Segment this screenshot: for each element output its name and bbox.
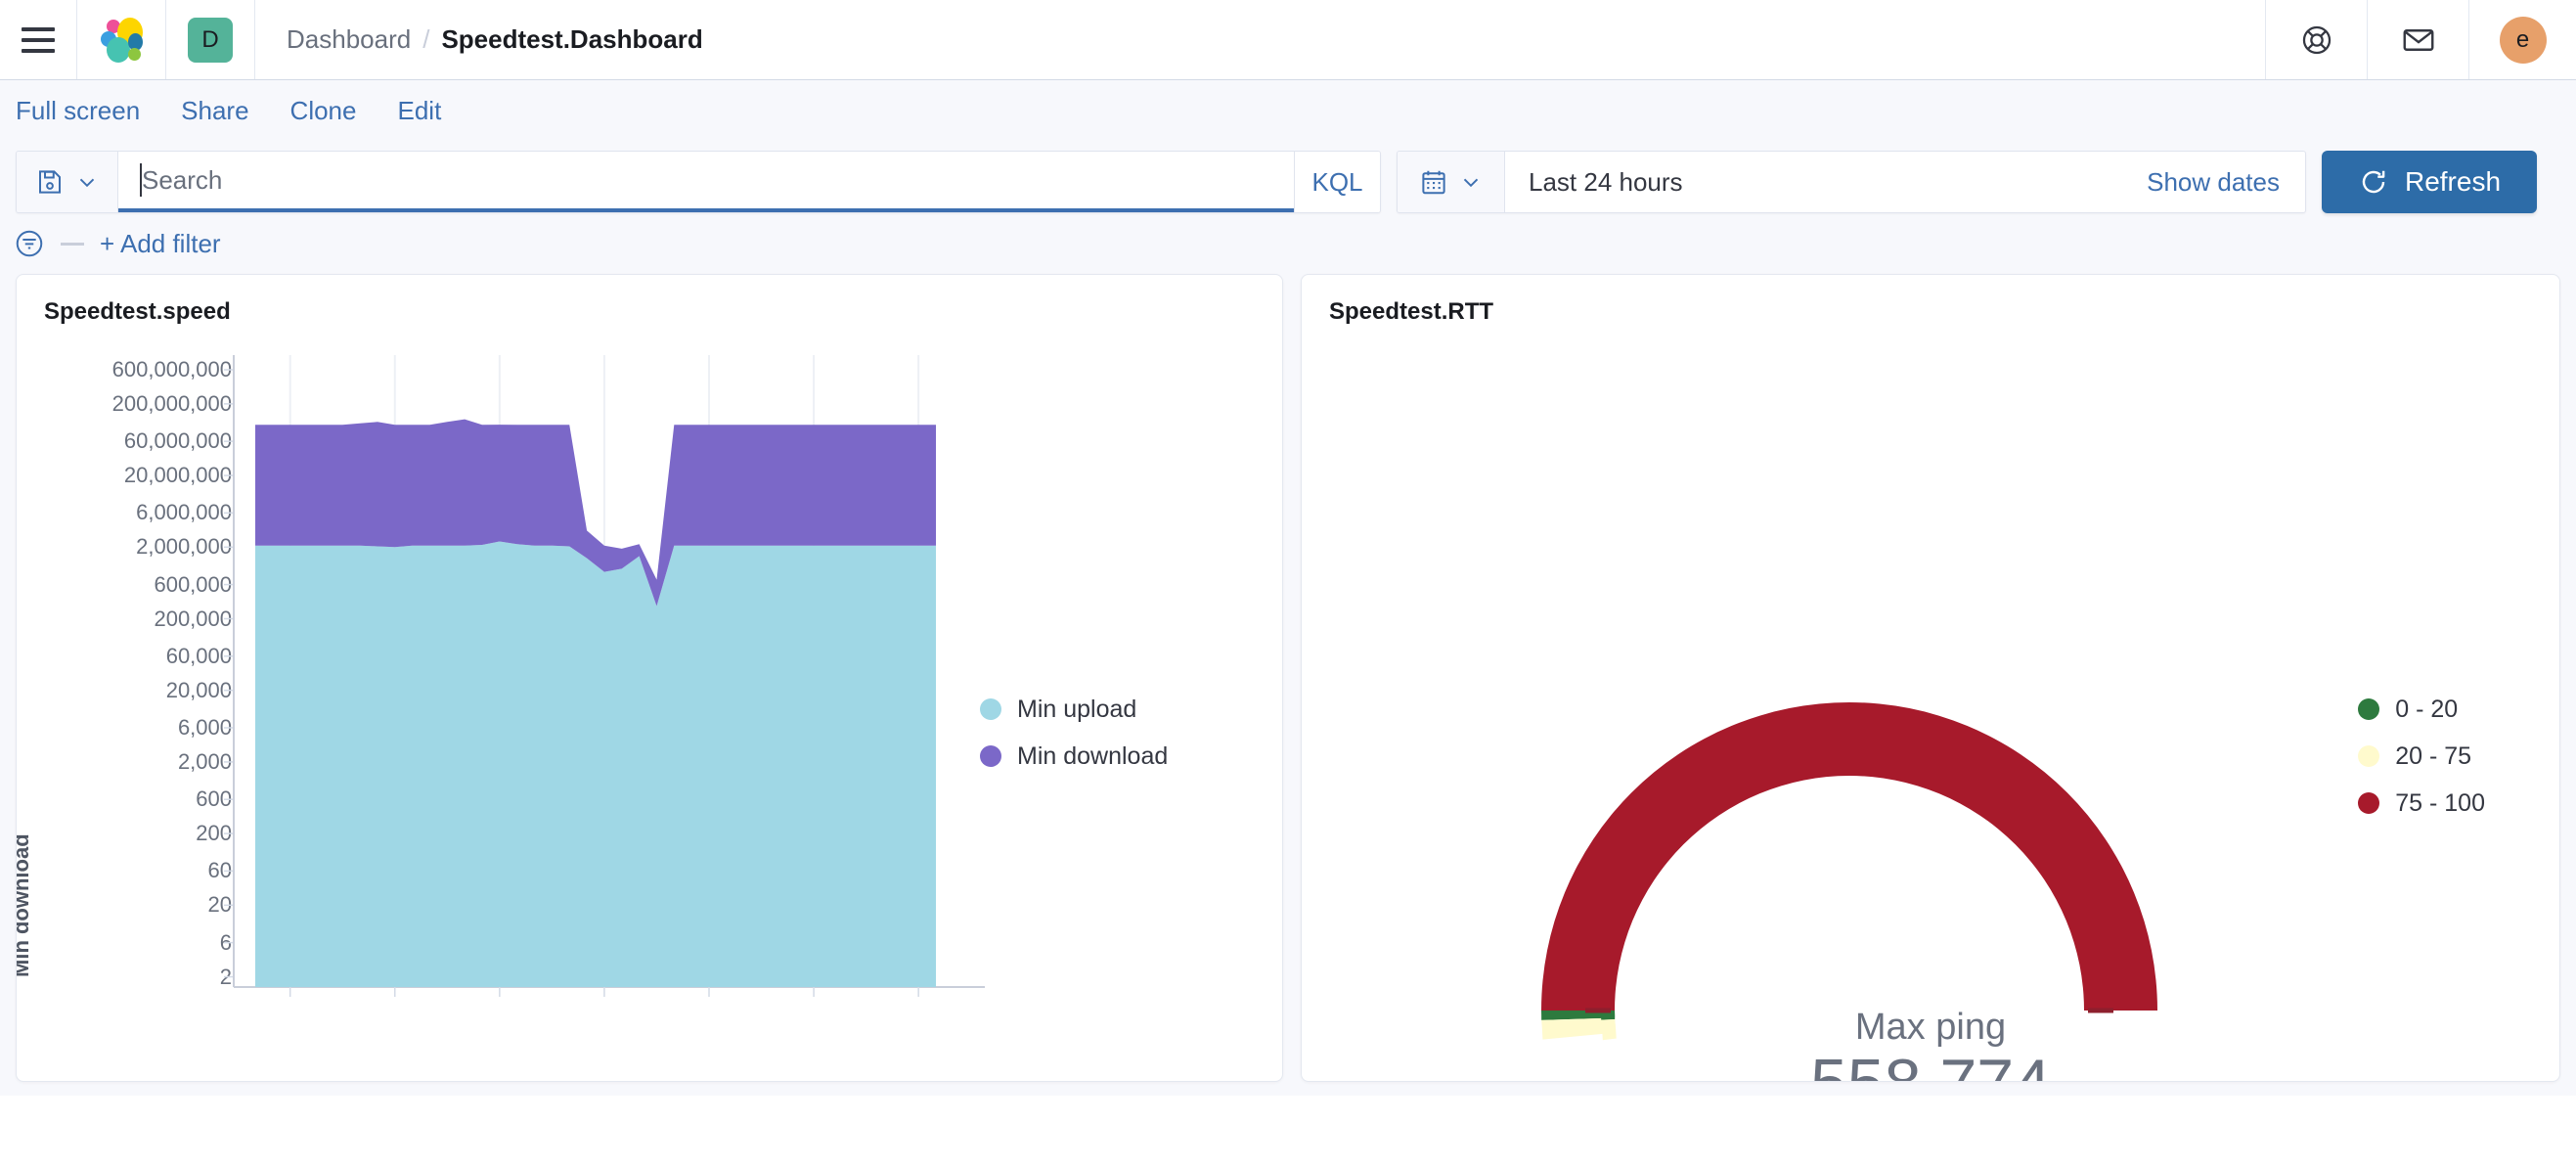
date-picker-group: Last 24 hours Show dates — [1397, 151, 2306, 213]
search-input[interactable] — [118, 152, 1294, 208]
full-screen-button[interactable]: Full screen — [16, 96, 140, 126]
search-input-wrapper — [118, 152, 1294, 212]
saved-query-button[interactable] — [17, 152, 118, 212]
chevron-down-icon — [79, 178, 94, 188]
query-language-button[interactable]: KQL — [1294, 152, 1380, 212]
legend-color-dot — [980, 698, 1001, 720]
space-selector[interactable]: D — [166, 0, 255, 79]
refresh-icon — [2362, 170, 2385, 194]
help-lifering-icon — [2302, 25, 2331, 54]
panel-title: Speedtest.speed — [44, 298, 231, 325]
filter-divider — [61, 242, 84, 246]
panel-speedtest-rtt: Speedtest.RTT Max ping 558.774 Max ping … — [1301, 274, 2560, 1082]
refresh-label: Refresh — [2404, 166, 2502, 197]
breadcrumb-current-page: Speedtest.Dashboard — [441, 24, 703, 54]
legend-item[interactable]: Min download — [980, 733, 1168, 780]
top-header-bar: D Dashboard / Speedtest.Dashboard e — [0, 0, 2576, 80]
clone-button[interactable]: Clone — [290, 96, 357, 126]
dashboard-action-bar: Full screen Share Clone Edit — [0, 80, 2576, 141]
mail-envelope-icon — [2403, 28, 2433, 51]
chevron-down-icon — [1463, 178, 1478, 188]
hamburger-menu-icon[interactable] — [22, 26, 55, 53]
legend-color-dot — [2358, 698, 2380, 720]
panel-speedtest-speed: Speedtest.speed Min download 600,000,000… — [16, 274, 1283, 1082]
saved-query-disk-icon — [38, 170, 61, 194]
legend-color-dot — [2358, 745, 2380, 767]
calendar-icon — [1421, 170, 1445, 195]
breadcrumb-separator: / — [422, 24, 430, 54]
filter-bar: + Add filter — [0, 213, 2576, 274]
gauge-band-75-100 — [1541, 702, 2157, 1011]
legend-label: Min upload — [1017, 695, 1137, 723]
gauge-legend-item[interactable]: 0 - 20 — [2358, 686, 2485, 733]
edit-button[interactable]: Edit — [397, 96, 441, 126]
date-quick-select-button[interactable] — [1398, 152, 1505, 212]
show-dates-button[interactable]: Show dates — [2147, 152, 2305, 212]
text-cursor — [140, 163, 142, 197]
header-left-group: D Dashboard / Speedtest.Dashboard — [0, 0, 703, 79]
gauge-legend: 0 - 20 20 - 75 75 - 100 — [2358, 686, 2485, 827]
legend-label: 20 - 75 — [2395, 741, 2472, 770]
legend-color-dot — [980, 745, 1001, 767]
breadcrumb-dashboard-link[interactable]: Dashboard — [287, 24, 411, 55]
gauge-legend-item[interactable]: 20 - 75 — [2358, 733, 2485, 780]
header-right-group: e — [2265, 0, 2576, 79]
elastic-home-link[interactable] — [77, 0, 166, 79]
add-filter-button[interactable]: + Add filter — [100, 229, 221, 259]
chart-legend: Min upload Min download — [980, 686, 1168, 780]
legend-label: 0 - 20 — [2395, 695, 2459, 723]
breadcrumb: Dashboard / Speedtest.Dashboard — [255, 24, 703, 55]
filter-funnel-icon[interactable] — [14, 228, 45, 259]
gauge-metric-value: 558.774 — [1302, 1045, 2559, 1081]
query-bar: KQL Last 24 hours Show dates — [0, 141, 2576, 213]
time-range-display[interactable]: Last 24 hours — [1505, 152, 2147, 212]
legend-color-dot — [2358, 792, 2380, 814]
gauge-legend-item[interactable]: 75 - 100 — [2358, 780, 2485, 827]
news-feed-button[interactable] — [2367, 0, 2468, 79]
refresh-button[interactable]: Refresh — [2322, 151, 2537, 213]
area-series-min-upload — [255, 541, 936, 987]
panel-title: Speedtest.RTT — [1329, 298, 1494, 325]
legend-label: 75 - 100 — [2395, 788, 2485, 817]
legend-label: Min download — [1017, 741, 1169, 770]
dashboard-panels: Speedtest.speed Min download 600,000,000… — [0, 274, 2576, 1096]
space-badge[interactable]: D — [188, 17, 233, 63]
share-button[interactable]: Share — [181, 96, 248, 126]
search-group: KQL — [16, 151, 1381, 213]
help-button[interactable] — [2265, 0, 2367, 79]
avatar[interactable]: e — [2499, 16, 2547, 64]
user-menu[interactable]: e — [2468, 0, 2576, 79]
gauge-metric-label: Max ping — [1854, 1007, 2007, 1048]
legend-item[interactable]: Min upload — [980, 686, 1168, 733]
elastic-logo-icon — [99, 17, 144, 63]
nav-menu-button[interactable] — [0, 0, 77, 79]
